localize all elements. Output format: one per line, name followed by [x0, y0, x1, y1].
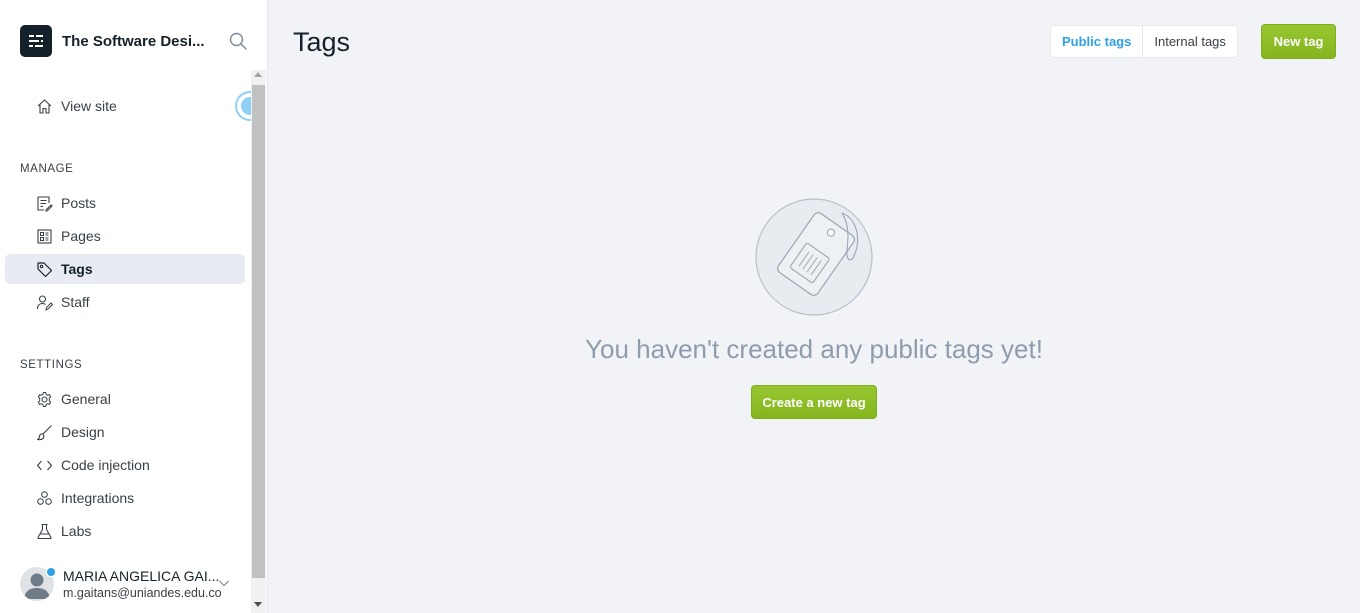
scroll-up-arrow-icon[interactable]: [254, 72, 262, 77]
staff-icon: [36, 294, 54, 311]
integrations-icon: [36, 490, 53, 507]
empty-tags-illustration-icon: [754, 196, 876, 318]
search-icon[interactable]: [228, 31, 248, 51]
online-status-dot: [46, 567, 56, 577]
sidebar-item-staff[interactable]: Staff: [5, 287, 245, 317]
sidebar-item-label: General: [61, 391, 111, 407]
sidebar-item-label: Code injection: [61, 457, 150, 473]
sidebar-item-label: Tags: [61, 261, 93, 277]
sidebar-item-code-injection[interactable]: Code injection: [5, 450, 245, 480]
sidebar-item-label: Posts: [61, 195, 97, 211]
sidebar: The Software Desi... View site MANAGE Po…: [0, 0, 268, 613]
brush-icon: [36, 424, 53, 441]
user-email: m.gaitans@uniandes.edu.co: [63, 586, 222, 600]
sidebar-item-integrations[interactable]: Integrations: [5, 483, 245, 513]
scroll-down-arrow-icon[interactable]: [254, 602, 262, 607]
sidebar-item-design[interactable]: Design: [5, 417, 245, 447]
tag-type-tabs: Public tags Internal tags: [1050, 25, 1238, 58]
sidebar-item-pages[interactable]: Pages: [5, 221, 245, 251]
user-name: MARIA ANGELICA GAI...: [63, 568, 220, 584]
page-title: Tags: [293, 27, 351, 57]
site-logo-icon: [20, 25, 52, 57]
sidebar-item-view-site[interactable]: View site: [5, 91, 245, 121]
sidebar-item-general[interactable]: General: [5, 384, 245, 414]
home-icon: [36, 98, 53, 115]
manage-section-label: MANAGE: [20, 163, 74, 175]
scrollbar-thumb[interactable]: [252, 85, 265, 578]
sidebar-item-label: Integrations: [61, 490, 135, 506]
chevron-down-icon[interactable]: [217, 576, 231, 590]
settings-section-label: SETTINGS: [20, 359, 83, 371]
sidebar-scrollbar[interactable]: [251, 70, 266, 613]
user-menu[interactable]: MARIA ANGELICA GAI... m.gaitans@uniandes…: [20, 564, 251, 604]
site-header[interactable]: The Software Desi...: [20, 24, 251, 58]
flask-icon: [36, 523, 53, 540]
sidebar-item-label: Pages: [61, 228, 101, 244]
posts-icon: [36, 195, 53, 212]
sidebar-item-tags[interactable]: Tags: [5, 254, 245, 284]
sidebar-item-label: Labs: [61, 523, 92, 539]
create-new-tag-button[interactable]: Create a new tag: [751, 385, 877, 419]
sidebar-item-label: View site: [61, 98, 117, 114]
site-title[interactable]: The Software Desi...: [62, 33, 212, 50]
sidebar-item-posts[interactable]: Posts: [5, 188, 245, 218]
sidebar-item-label: Staff: [61, 294, 90, 310]
new-tag-button[interactable]: New tag: [1261, 24, 1336, 59]
empty-state-message: You haven't created any public tags yet!: [585, 334, 1043, 364]
pages-icon: [36, 228, 53, 245]
sidebar-item-label: Design: [61, 424, 105, 440]
sidebar-content: The Software Desi... View site MANAGE Po…: [0, 0, 251, 613]
sidebar-item-labs[interactable]: Labs: [5, 516, 245, 546]
tab-internal-tags[interactable]: Internal tags: [1143, 26, 1237, 57]
tab-public-tags[interactable]: Public tags: [1051, 26, 1144, 57]
gear-icon: [36, 391, 53, 408]
tag-icon: [36, 261, 53, 278]
code-icon: [36, 457, 53, 474]
